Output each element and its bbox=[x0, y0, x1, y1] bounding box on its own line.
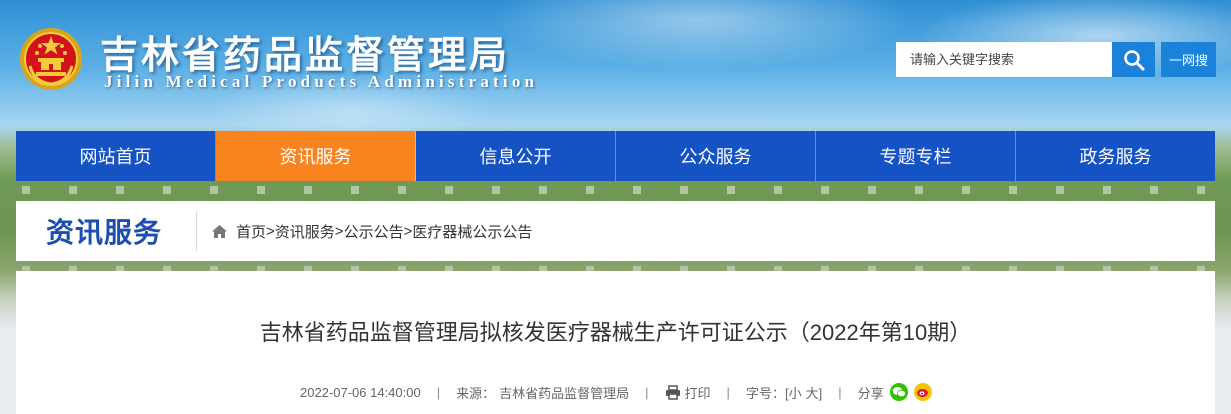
breadcrumb-separator: > bbox=[266, 222, 275, 240]
source-label: 来源： bbox=[456, 385, 496, 401]
wechat-icon[interactable] bbox=[889, 383, 908, 401]
publish-date: 2022-07-06 14:40:00 bbox=[300, 384, 421, 400]
meta-separator: | bbox=[645, 384, 649, 400]
article-meta: 2022-07-06 14:40:00 | 来源： 吉林省药品监督管理局 | 打… bbox=[300, 382, 932, 402]
article-title: 吉林省药品监督管理局拟核发医疗器械生产许可证公示（2022年第10期） bbox=[259, 320, 972, 345]
landscape-decoration bbox=[0, 186, 1231, 194]
weibo-icon[interactable] bbox=[913, 383, 932, 401]
breadcrumb-announcements[interactable]: 公示公告 bbox=[344, 221, 404, 242]
meta-separator: | bbox=[726, 384, 730, 400]
nav-item-government-services[interactable]: 政务服务 bbox=[1016, 131, 1215, 181]
share-label: 分享 bbox=[857, 385, 884, 401]
printer-icon bbox=[665, 384, 680, 400]
nav-item-public-services[interactable]: 公众服务 bbox=[616, 131, 816, 181]
breadcrumb-separator: > bbox=[334, 222, 344, 240]
section-title: 资讯服务 bbox=[46, 217, 163, 248]
meta-separator: | bbox=[436, 384, 441, 400]
font-size-label: 字号： bbox=[745, 385, 785, 401]
search-button[interactable] bbox=[1112, 42, 1155, 77]
breadcrumb-separator: > bbox=[403, 222, 413, 240]
print-label: 打印 bbox=[684, 385, 711, 401]
meta-separator: | bbox=[838, 384, 842, 400]
national-emblem-icon bbox=[18, 26, 84, 92]
article-panel: 吉林省药品监督管理局拟核发医疗器械生产许可证公示（2022年第10期） 2022… bbox=[16, 271, 1215, 414]
nav-item-info-services[interactable]: 资讯服务 bbox=[216, 131, 416, 181]
breadcrumb: 首页 > 资讯服务 > 公示公告 > 医疗器械公示公告 bbox=[197, 221, 532, 242]
nav-item-info-disclosure[interactable]: 信息公开 bbox=[416, 131, 616, 181]
breadcrumb-info-services[interactable]: 资讯服务 bbox=[275, 221, 335, 242]
site-subtitle: Jilin Medical Products Administration bbox=[104, 72, 539, 91]
print-button[interactable]: 打印 bbox=[665, 383, 711, 402]
main-nav: 网站首页 资讯服务 信息公开 公众服务 专题专栏 政务服务 bbox=[16, 131, 1215, 181]
nav-item-home[interactable]: 网站首页 bbox=[16, 131, 216, 181]
font-size-small[interactable]: [小 bbox=[785, 383, 802, 402]
nav-item-special-topics[interactable]: 专题专栏 bbox=[816, 131, 1016, 181]
one-net-search-button[interactable]: 一网搜 bbox=[1161, 42, 1216, 77]
search-icon bbox=[1123, 49, 1145, 71]
site-title: 吉林省药品监督管理局 bbox=[100, 32, 511, 77]
search-input[interactable] bbox=[896, 42, 1112, 77]
section-header: 资讯服务 首页 > 资讯服务 > 公示公告 > 医疗器械公示公告 bbox=[16, 201, 1215, 261]
breadcrumb-home[interactable]: 首页 bbox=[236, 221, 266, 242]
source-value: 吉林省药品监督管理局 bbox=[499, 385, 630, 401]
breadcrumb-device-announcements[interactable]: 医疗器械公示公告 bbox=[412, 221, 532, 242]
home-icon bbox=[211, 224, 228, 239]
font-size-large[interactable]: 大] bbox=[806, 383, 823, 402]
